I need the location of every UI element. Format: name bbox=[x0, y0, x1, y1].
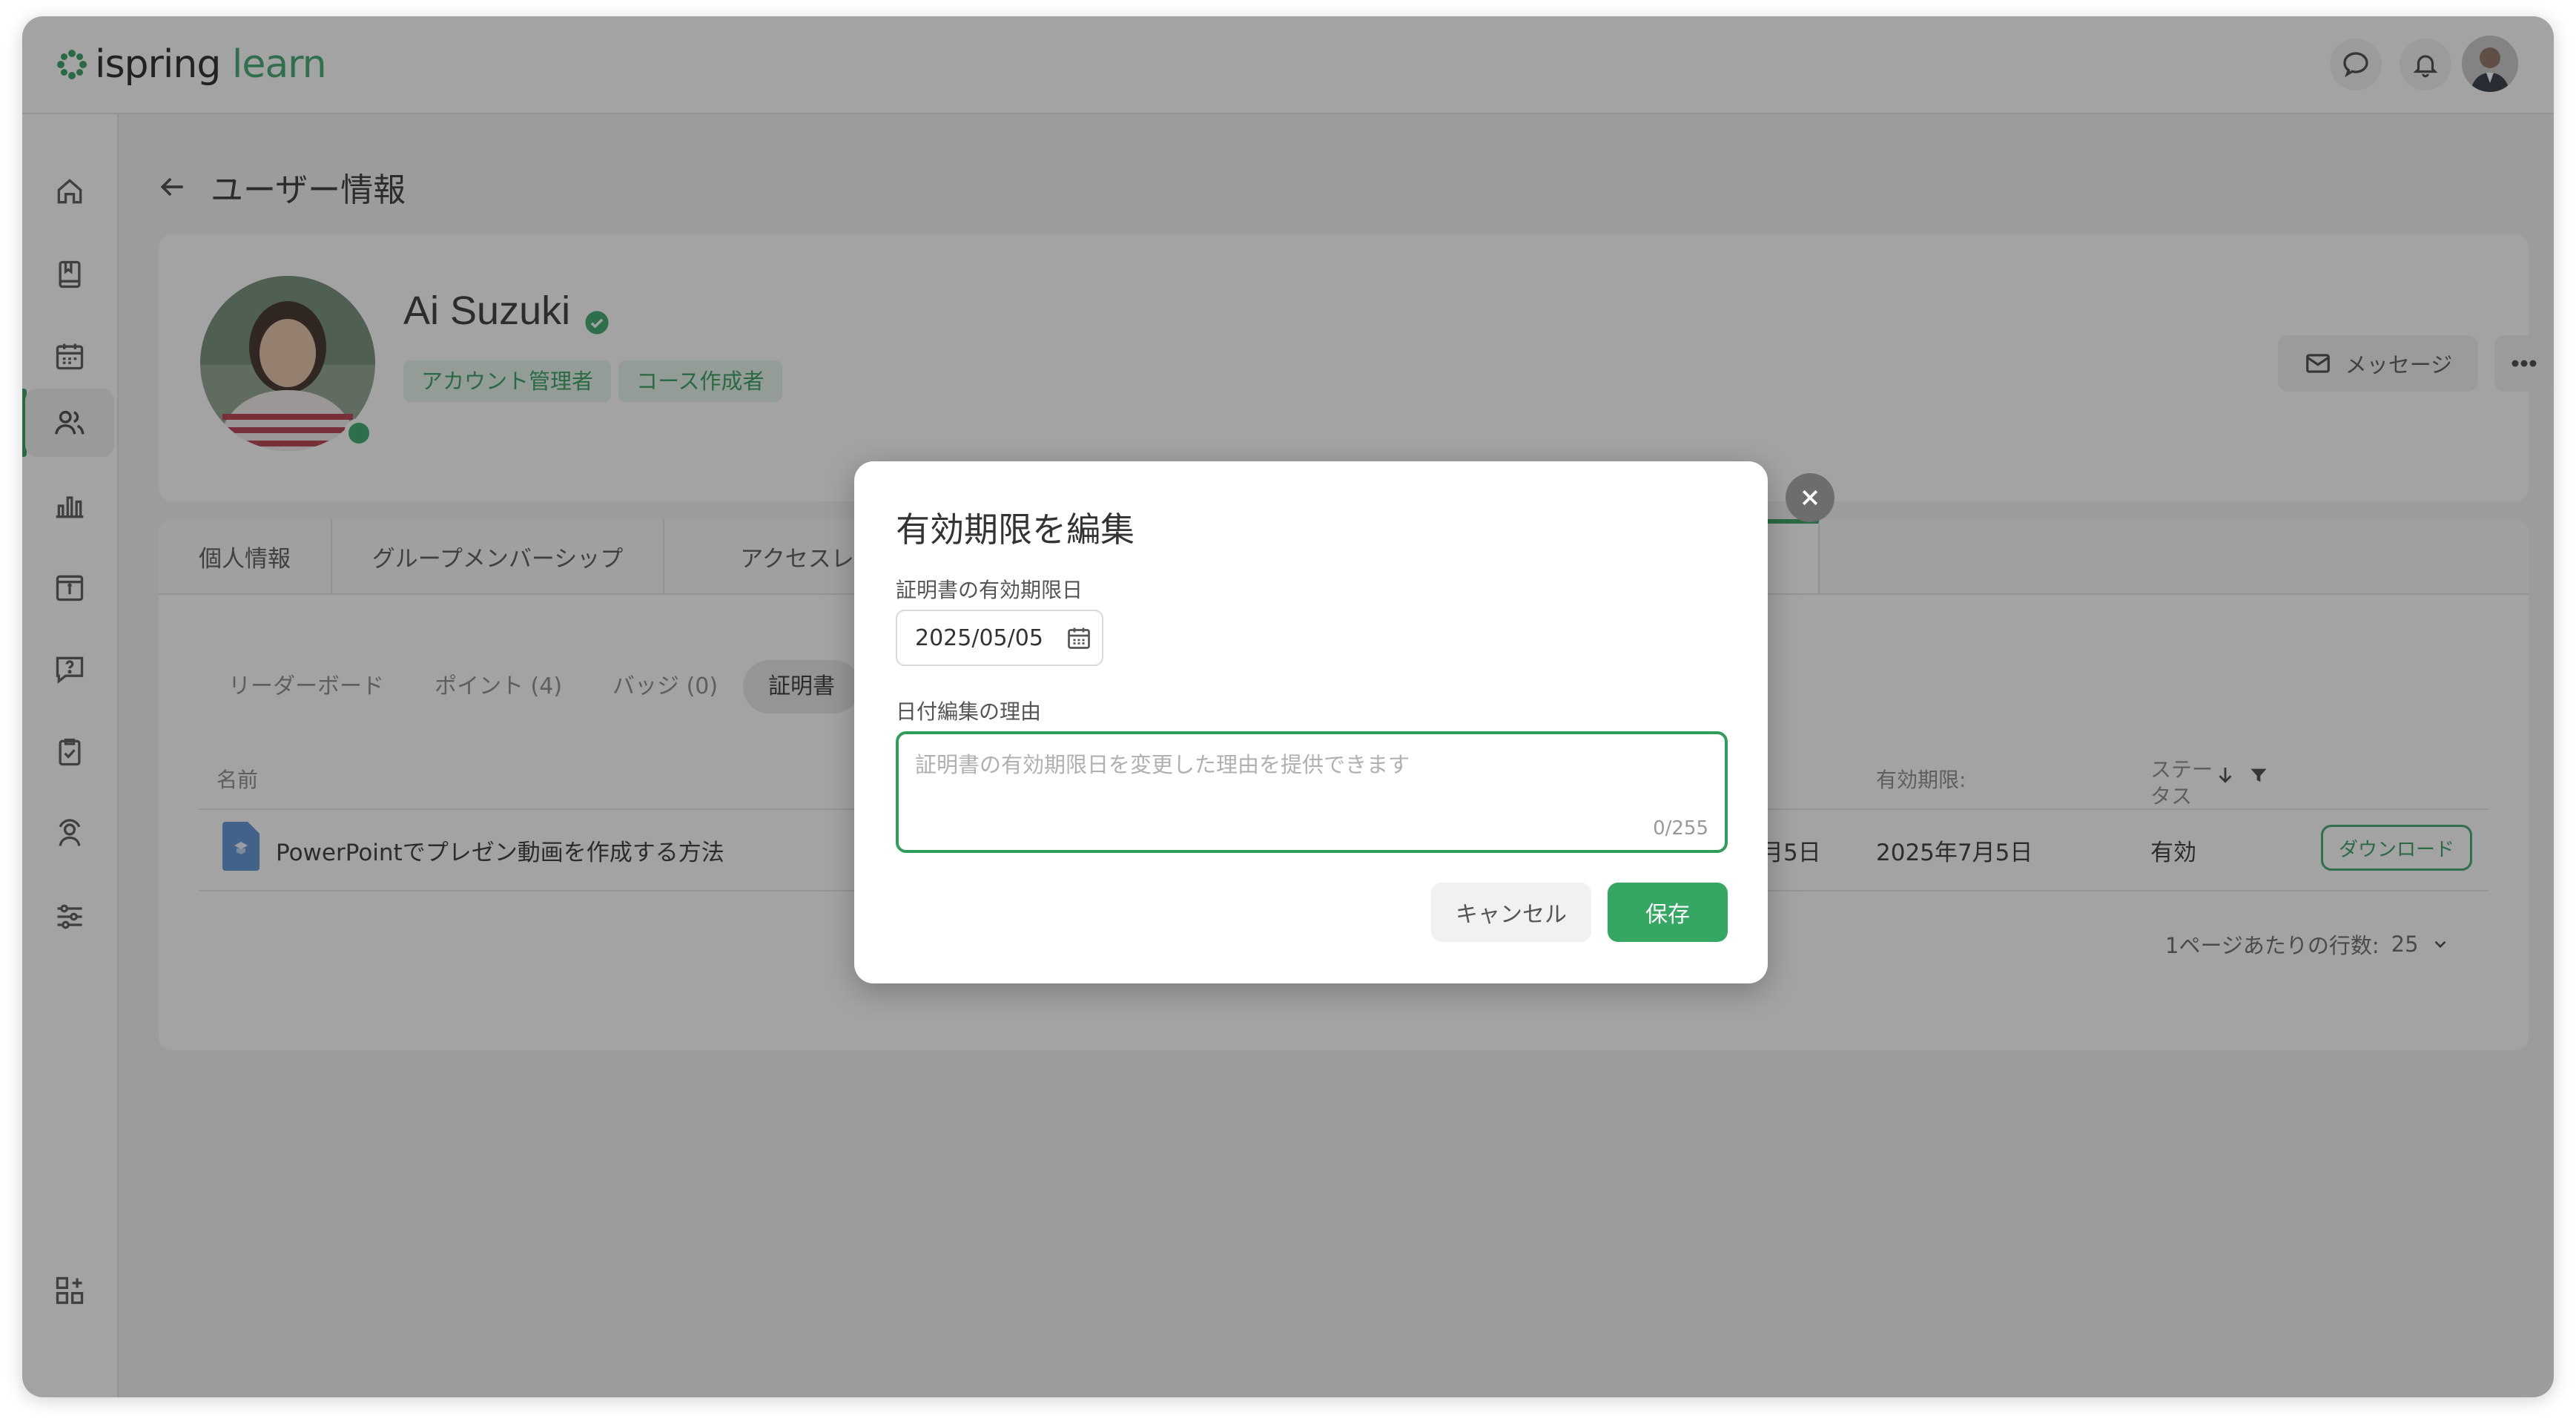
calendar-icon[interactable] bbox=[1066, 624, 1092, 651]
save-button[interactable]: 保存 bbox=[1608, 883, 1728, 942]
character-counter: 0/255 bbox=[1653, 817, 1708, 840]
edit-reason-textarea[interactable] bbox=[914, 746, 1703, 808]
expiry-date-value: 2025/05/05 bbox=[915, 624, 1043, 651]
expiry-date-label: 証明書の有効期限日 bbox=[896, 578, 1083, 602]
app-window: ispring learn ユーザー情報 Ai Suzuki アカウント管理者 … bbox=[22, 16, 2554, 1397]
edit-reason-label: 日付編集の理由 bbox=[896, 699, 1042, 724]
expiry-date-input[interactable]: 2025/05/05 bbox=[896, 610, 1103, 666]
dialog-close-button[interactable] bbox=[1786, 473, 1834, 522]
edit-reason-field[interactable]: 0/255 bbox=[896, 731, 1728, 853]
cancel-button[interactable]: キャンセル bbox=[1431, 883, 1591, 942]
dialog-title: 有効期限を編集 bbox=[896, 510, 1135, 550]
edit-expiry-dialog: 有効期限を編集 証明書の有効期限日 2025/05/05 日付編集の理由 0/2… bbox=[854, 461, 1768, 983]
close-icon bbox=[1802, 490, 1818, 506]
